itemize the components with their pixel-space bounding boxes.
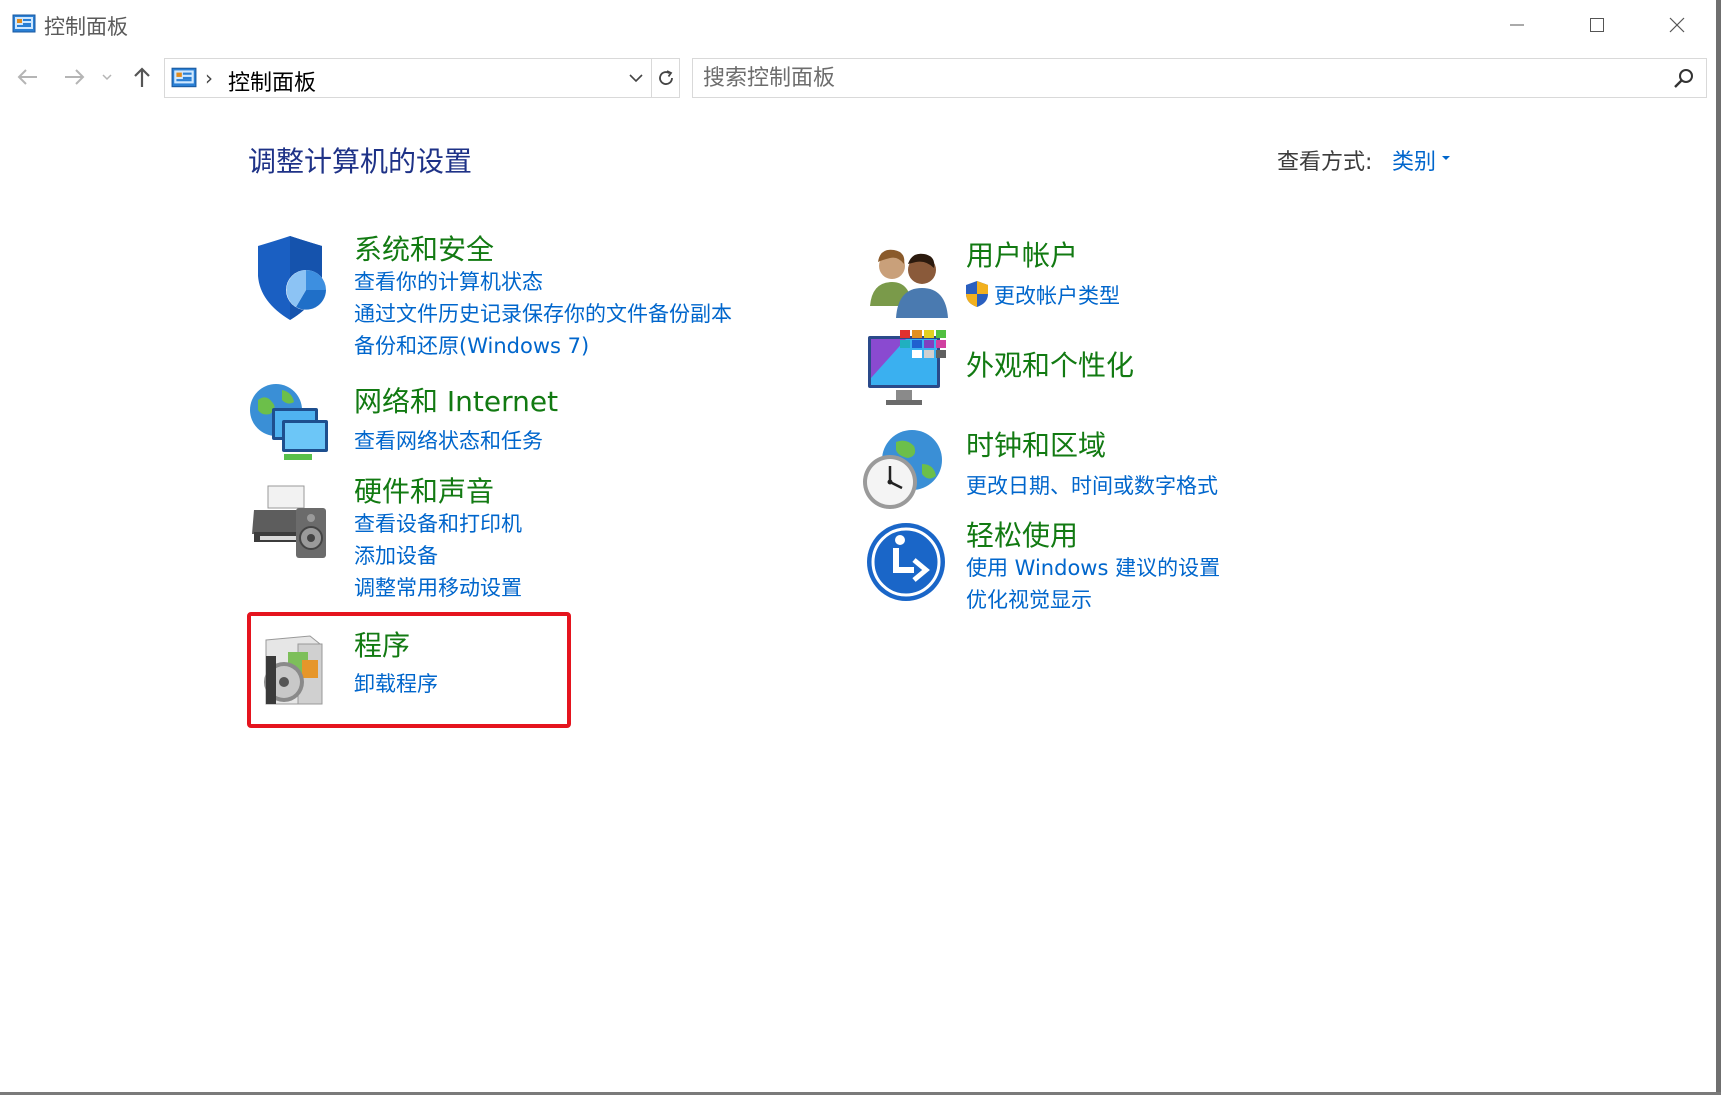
search-icon[interactable] — [1673, 68, 1695, 90]
arrow-left-icon — [17, 69, 37, 85]
link-file-history-backup[interactable]: 通过文件历史记录保存你的文件备份副本 — [354, 298, 732, 328]
link-change-account-type[interactable]: 更改帐户类型 — [994, 280, 1120, 310]
search-box[interactable] — [692, 58, 1707, 98]
refresh-button[interactable] — [651, 59, 679, 97]
close-icon — [1669, 17, 1685, 33]
recent-locations-button[interactable] — [96, 62, 118, 92]
link-view-computer-status[interactable]: 查看你的计算机状态 — [354, 266, 543, 296]
link-optimize-visual-display[interactable]: 优化视觉显示 — [966, 584, 1092, 614]
window-title: 控制面板 — [44, 15, 128, 39]
view-by-label: 查看方式: — [1277, 150, 1373, 175]
chevron-down-icon — [629, 73, 643, 82]
link-add-device[interactable]: 添加设备 — [354, 540, 438, 570]
title-bar: 控制面板 — [0, 0, 1721, 50]
maximize-button[interactable] — [1557, 0, 1637, 50]
programs-disc-icon[interactable] — [258, 626, 342, 710]
refresh-icon — [658, 70, 673, 85]
category-title-user-accounts[interactable]: 用户帐户 — [966, 234, 1078, 274]
network-globe-icon[interactable] — [248, 380, 332, 464]
close-button[interactable] — [1637, 0, 1717, 50]
clock-globe-icon[interactable] — [862, 428, 946, 512]
window-edge — [1716, 0, 1721, 1095]
printer-speaker-icon[interactable] — [250, 480, 334, 564]
dropdown-arrow-icon[interactable] — [1441, 155, 1451, 161]
link-change-date-time-format[interactable]: 更改日期、时间或数字格式 — [966, 470, 1218, 500]
control-panel-icon — [171, 67, 197, 88]
link-mobility-settings[interactable]: 调整常用移动设置 — [354, 572, 522, 602]
category-title-clock-region[interactable]: 时钟和区域 — [966, 424, 1106, 464]
link-windows-recommended-settings[interactable]: 使用 Windows 建议的设置 — [966, 552, 1220, 582]
up-button[interactable] — [126, 62, 158, 92]
users-icon[interactable] — [866, 240, 950, 324]
breadcrumb-separator-icon[interactable]: › — [205, 66, 213, 90]
view-by-dropdown[interactable]: 类别 — [1392, 144, 1436, 176]
breadcrumb[interactable]: 控制面板 — [228, 65, 316, 97]
link-network-status[interactable]: 查看网络状态和任务 — [354, 425, 543, 455]
category-title-ease-of-access[interactable]: 轻松使用 — [966, 514, 1078, 554]
monitor-palette-icon[interactable] — [866, 328, 950, 412]
category-title-system-security[interactable]: 系统和安全 — [354, 228, 494, 268]
minimize-button[interactable] — [1477, 0, 1557, 50]
address-bar[interactable]: › 控制面板 — [164, 58, 680, 98]
control-panel-icon — [12, 14, 36, 33]
link-devices-printers[interactable]: 查看设备和打印机 — [354, 508, 522, 538]
category-title-network[interactable]: 网络和 Internet — [354, 380, 558, 420]
page-title: 调整计算机的设置 — [248, 145, 473, 178]
minimize-icon — [1510, 24, 1524, 26]
forward-button[interactable] — [58, 62, 90, 92]
category-title-appearance[interactable]: 外观和个性化 — [966, 344, 1134, 384]
arrow-right-icon — [65, 69, 85, 85]
address-dropdown-button[interactable] — [625, 65, 647, 91]
search-input[interactable] — [703, 63, 1653, 93]
navigation-bar: › 控制面板 — [0, 56, 1721, 98]
category-title-programs[interactable]: 程序 — [354, 624, 410, 664]
chevron-down-icon — [102, 74, 112, 81]
ease-of-access-icon[interactable] — [864, 520, 948, 604]
category-title-hardware-sound[interactable]: 硬件和声音 — [354, 470, 494, 510]
shield-icon[interactable] — [250, 236, 334, 320]
uac-shield-icon — [966, 281, 988, 307]
link-uninstall-program[interactable]: 卸载程序 — [354, 668, 438, 698]
link-backup-restore-win7[interactable]: 备份和还原(Windows 7) — [354, 330, 589, 360]
arrow-up-icon — [134, 67, 150, 87]
back-button[interactable] — [12, 62, 44, 92]
maximize-icon — [1590, 18, 1604, 32]
